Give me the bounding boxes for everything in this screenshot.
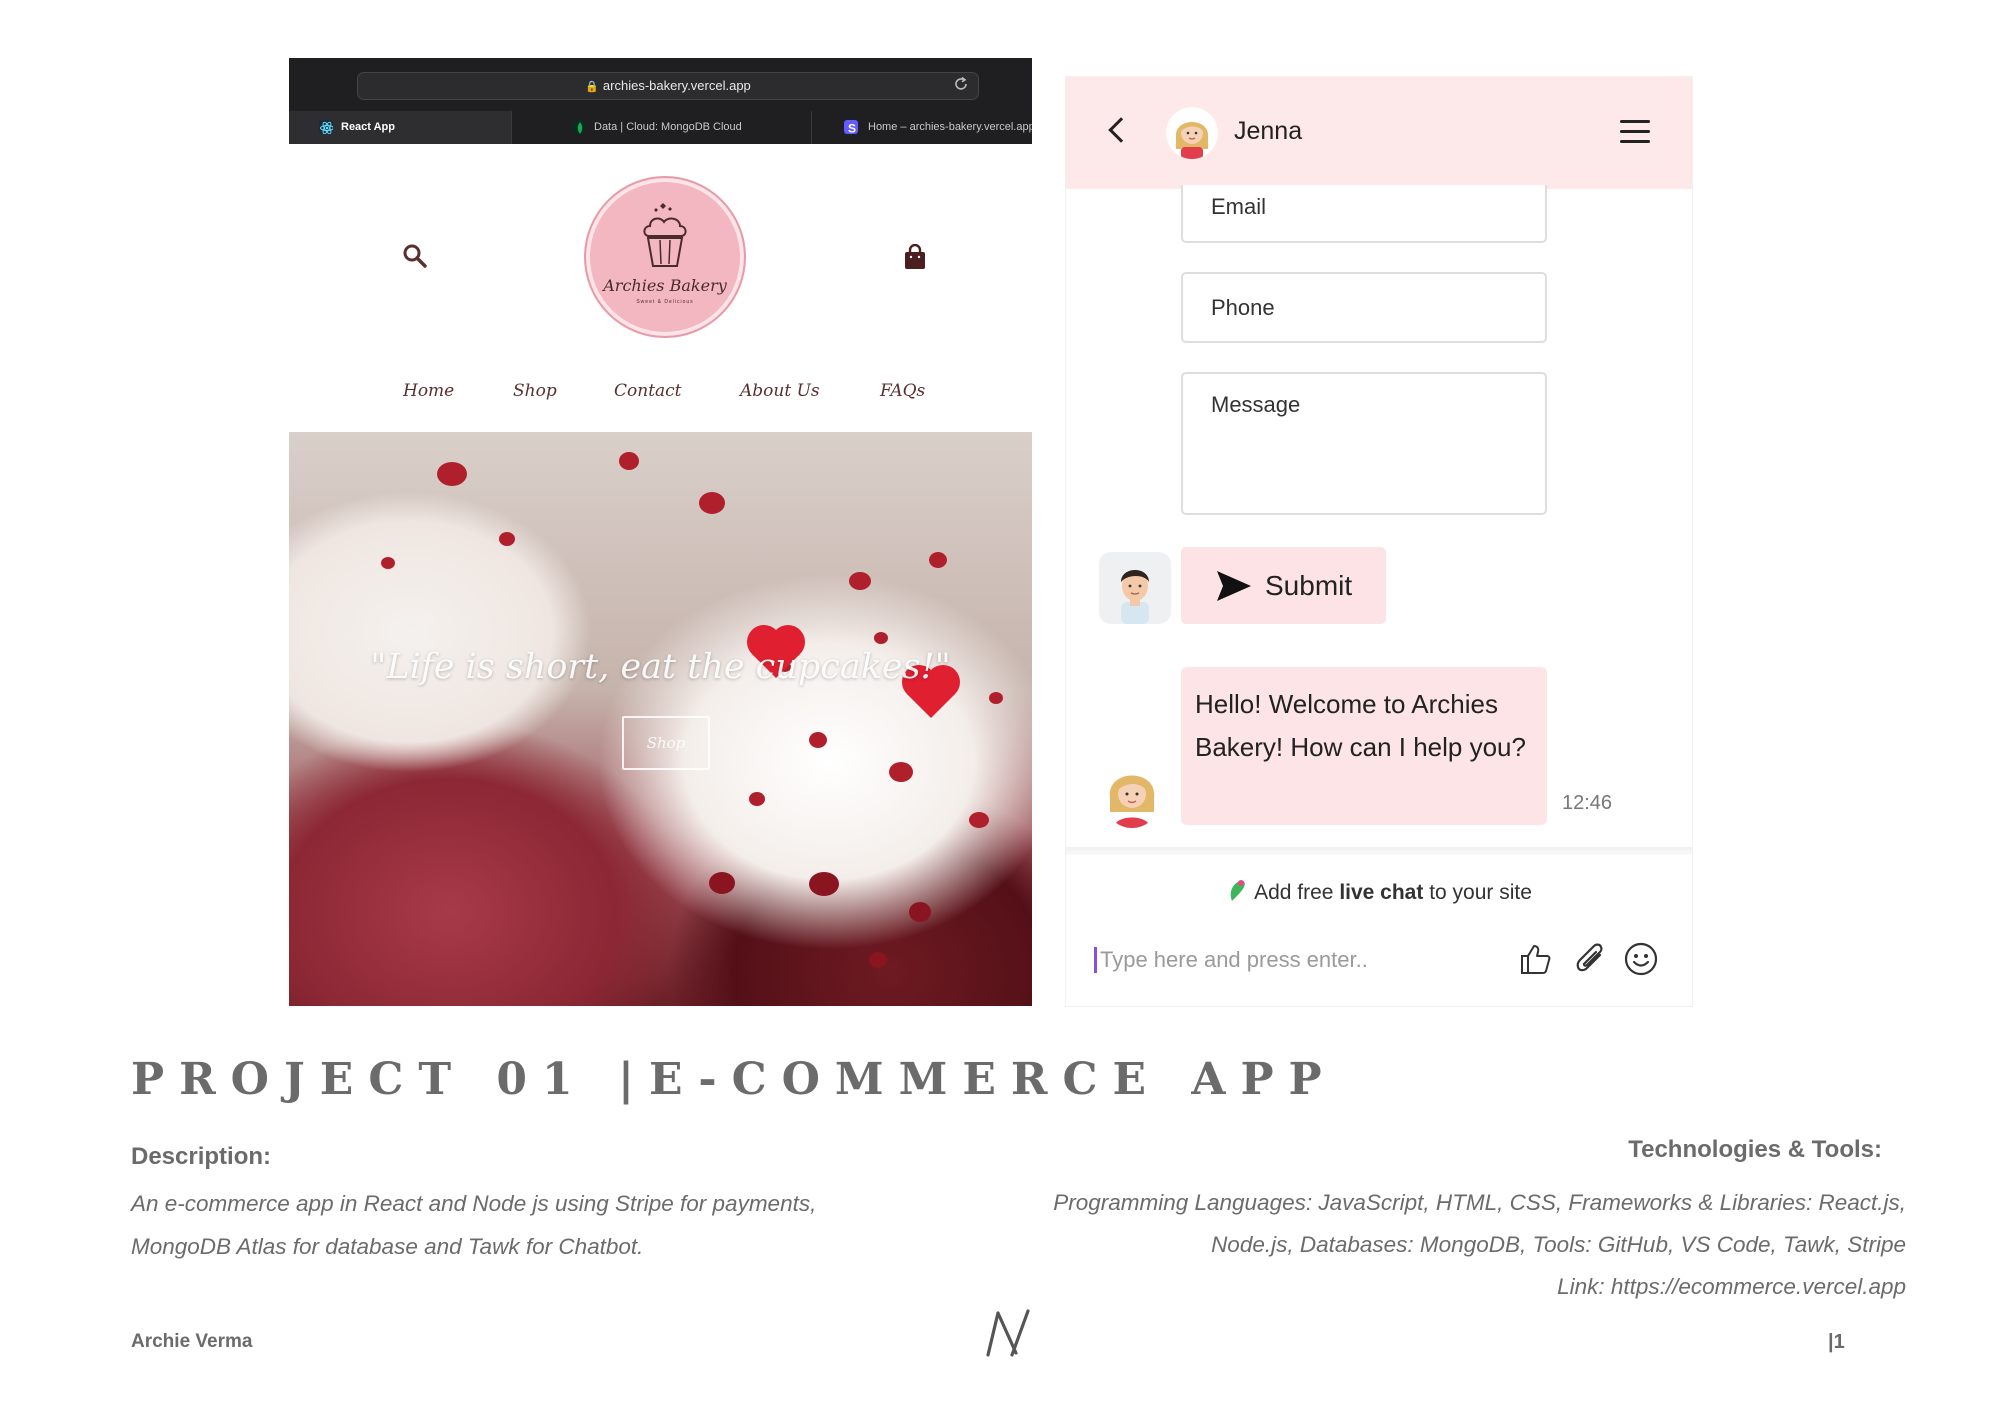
description-line: MongoDB Atlas for database and Tawk for …	[131, 1234, 644, 1259]
submit-label: Submit	[1265, 570, 1353, 601]
thumbs-up-icon[interactable]	[1518, 942, 1552, 976]
stripe-icon: S	[844, 120, 858, 134]
tab-stripe[interactable]: S Home – archies-bakery.vercel.app	[811, 111, 1032, 144]
logo-tagline: Sweet & Delicious	[636, 299, 694, 305]
submit-button[interactable]: Submit	[1181, 547, 1386, 624]
tawk-promo-link[interactable]: Add free live chat to your site	[1066, 877, 1692, 905]
visitor-avatar	[1099, 552, 1171, 624]
search-icon[interactable]	[402, 243, 428, 269]
page-number: |1	[1828, 1331, 1845, 1353]
nav-faqs[interactable]: FAQs	[880, 381, 925, 401]
promo-prefix: Add free	[1254, 881, 1340, 904]
nav-shop[interactable]: Shop	[513, 381, 557, 401]
reload-icon[interactable]	[953, 76, 969, 92]
technologies-text: Programming Languages: JavaScript, HTML,…	[986, 1182, 1906, 1308]
message-placeholder: Message	[1211, 392, 1301, 417]
tawk-bird-icon	[1230, 880, 1245, 901]
description-text: An e-commerce app in React and Node js u…	[131, 1182, 871, 1268]
project-title: PROJECT 01 |E-COMMERCE APP	[131, 1054, 1337, 1105]
tab-strip: React App Data | Cloud: MongoDB Cloud S …	[289, 111, 1032, 144]
message-timestamp: 12:46	[1562, 792, 1613, 814]
back-arrow-icon[interactable]	[1108, 117, 1134, 143]
monogram-logo-icon	[986, 1309, 1030, 1357]
male-visitor-icon	[1121, 570, 1149, 624]
hero-shop-button[interactable]: Shop	[622, 716, 710, 770]
agent-message-avatar	[1104, 758, 1160, 828]
chat-header: Jenna	[1066, 77, 1692, 189]
description-heading: Description:	[131, 1143, 272, 1170]
technologies-line: Programming Languages: JavaScript, HTML,…	[1053, 1190, 1906, 1215]
attachment-icon[interactable]	[1574, 941, 1608, 977]
technologies-line: Node.js, Databases: MongoDB, Tools: GitH…	[1211, 1232, 1906, 1257]
react-icon	[319, 120, 333, 134]
cupcake-icon	[643, 203, 687, 267]
technologies-heading: Technologies & Tools:	[1628, 1136, 1882, 1163]
bakery-logo[interactable]: Archies Bakery Sweet & Delicious	[584, 176, 746, 338]
logo-name: Archies Bakery	[603, 276, 727, 295]
nav-contact[interactable]: Contact	[614, 381, 682, 401]
promo-suffix: to your site	[1423, 881, 1532, 904]
send-icon	[1217, 571, 1251, 601]
hamburger-menu-icon[interactable]	[1620, 120, 1650, 144]
agent-message-bubble: Hello! Welcome to Archies Bakery! How ca…	[1181, 667, 1547, 825]
browser-screenshot: 🔒 archies-bakery.vercel.app React App Da…	[289, 58, 1032, 1006]
email-field[interactable]: Email	[1181, 185, 1547, 243]
lock-icon: 🔒	[585, 81, 599, 93]
shopping-bag-icon[interactable]	[903, 244, 927, 270]
chat-message-input[interactable]: Type here and press enter..	[1094, 947, 1480, 973]
browser-toolbar: 🔒 archies-bakery.vercel.app React App Da…	[289, 58, 1032, 144]
tab-label: Data | Cloud: MongoDB Cloud	[594, 121, 742, 133]
agent-name: Jenna	[1234, 117, 1303, 145]
svg-text:S: S	[848, 122, 856, 135]
project-link[interactable]: Link: https://ecommerce.vercel.app	[986, 1266, 1906, 1308]
tab-react-app[interactable]: React App	[289, 111, 511, 144]
agent-message-text: Hello! Welcome to Archies Bakery! How ca…	[1195, 689, 1526, 762]
phone-placeholder: Phone	[1211, 295, 1275, 320]
chat-divider	[1066, 847, 1692, 855]
hero-quote: "Life is short, eat the cupcakes!"	[370, 647, 951, 687]
hero-banner: "Life is short, eat the cupcakes!" Shop	[289, 432, 1032, 1006]
nav-about-us[interactable]: About Us	[740, 381, 820, 401]
tab-label: React App	[341, 121, 395, 133]
bakery-website: Archies Bakery Sweet & Delicious Home Sh…	[289, 144, 1032, 1006]
tab-label: Home – archies-bakery.vercel.app	[868, 121, 1032, 133]
email-placeholder: Email	[1211, 194, 1267, 219]
nav-home[interactable]: Home	[403, 381, 454, 401]
description-line: An e-commerce app in React and Node js u…	[131, 1191, 817, 1216]
female-agent-icon	[1109, 775, 1155, 828]
phone-field[interactable]: Phone	[1181, 272, 1547, 343]
author-name: Archie Verma	[131, 1331, 253, 1352]
url-text: archies-bakery.vercel.app	[602, 78, 751, 93]
mongodb-leaf-icon	[572, 120, 586, 134]
agent-avatar	[1166, 107, 1218, 159]
message-field[interactable]: Message	[1181, 372, 1547, 515]
female-agent-icon	[1175, 122, 1209, 159]
emoji-icon[interactable]	[1623, 941, 1659, 977]
address-bar[interactable]: 🔒 archies-bakery.vercel.app	[357, 72, 979, 100]
chat-widget: Jenna Email Phone Message Submit Hello! …	[1066, 77, 1692, 1006]
tab-mongodb[interactable]: Data | Cloud: MongoDB Cloud	[511, 111, 811, 144]
promo-bold: live chat	[1339, 881, 1424, 904]
